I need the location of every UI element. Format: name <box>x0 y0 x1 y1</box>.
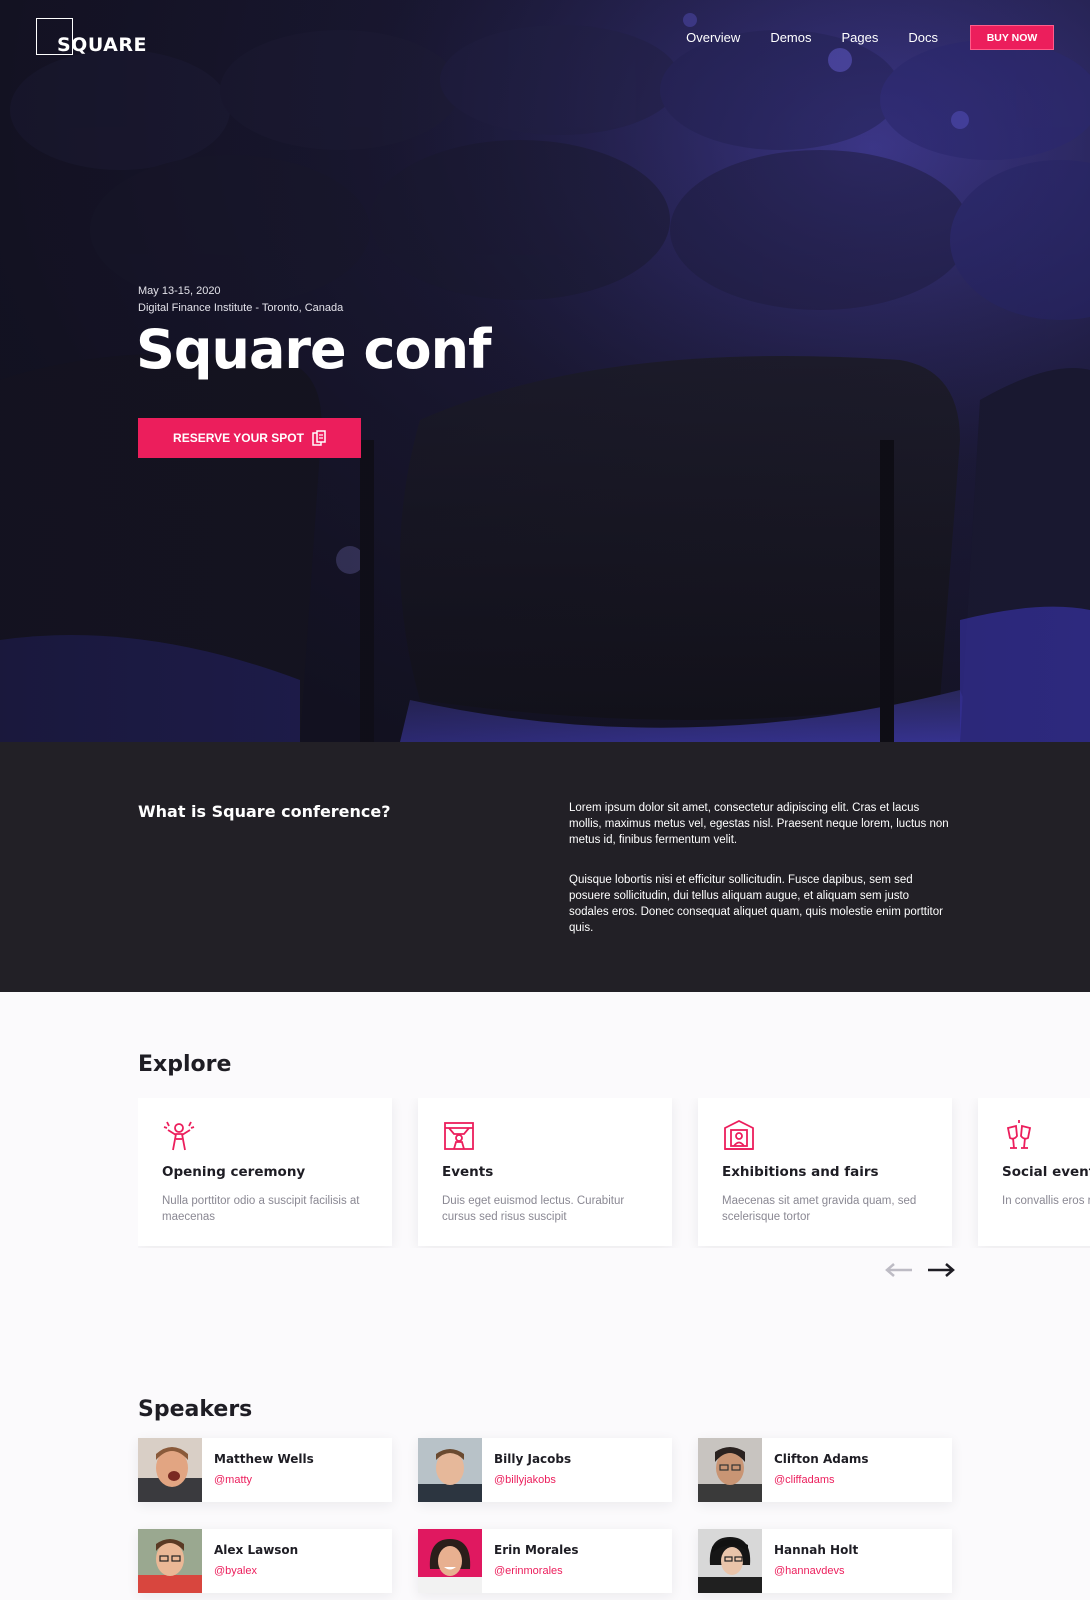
explore-card-opening-ceremony[interactable]: Opening ceremony Nulla porttitor odio a … <box>138 1098 392 1246</box>
card-title: Events <box>442 1164 494 1180</box>
speakers-heading: Speakers <box>138 1397 253 1422</box>
speaker-name: Alex Lawson <box>214 1543 299 1557</box>
speaker-card[interactable]: Matthew Wells @matty <box>138 1438 392 1502</box>
explore-card-exhibitions[interactable]: Exhibitions and fairs Maecenas sit amet … <box>698 1098 952 1246</box>
nav-link-demos[interactable]: Demos <box>770 30 811 45</box>
avatar <box>418 1529 482 1593</box>
card-text: Duis eget euismod lectus. Curabitur curs… <box>442 1195 625 1223</box>
exhibition-icon <box>724 1119 754 1150</box>
card-text: In convallis eros rhoncus. Donec p <box>1002 1195 1090 1207</box>
reserve-spot-button[interactable]: RESERVE YOUR SPOT <box>138 418 361 458</box>
speaker-handle[interactable]: @cliffadams <box>774 1474 834 1486</box>
avatar <box>138 1529 202 1593</box>
event-venue: Digital Finance Institute - Toronto, Can… <box>138 302 344 314</box>
speaker-name: Erin Morales <box>494 1543 579 1557</box>
explore-heading: Explore <box>138 1052 232 1077</box>
arrow-left-icon[interactable] <box>884 1262 914 1278</box>
speaker-card[interactable]: Hannah Holt @hannavdevs <box>698 1529 952 1593</box>
avatar <box>698 1529 762 1593</box>
nav-link-overview[interactable]: Overview <box>686 30 740 45</box>
reserve-spot-label: RESERVE YOUR SPOT <box>173 431 304 445</box>
speaker-card[interactable]: Clifton Adams @cliffadams <box>698 1438 952 1502</box>
speaker-name: Hannah Holt <box>774 1543 859 1557</box>
speaker-card[interactable]: Billy Jacobs @billyjakobs <box>418 1438 672 1502</box>
about-paragraph-2: Quisque lobortis nisi et efficitur solli… <box>569 874 943 934</box>
card-text: Maecenas sit amet gravida quam, sed scel… <box>722 1195 917 1223</box>
ticket-icon <box>312 430 326 446</box>
speaker-name: Clifton Adams <box>774 1452 869 1466</box>
top-navigation: SQUARE Overview Demos Pages Docs BUY NOW <box>0 0 1090 80</box>
explore-carousel: Opening ceremony Nulla porttitor odio a … <box>138 1098 1090 1248</box>
carousel-controls <box>884 1262 956 1278</box>
about-paragraph-1: Lorem ipsum dolor sit amet, consectetur … <box>569 802 949 846</box>
about-section: What is Square conference? Lorem ipsum d… <box>0 742 1090 992</box>
nav-link-pages[interactable]: Pages <box>842 30 879 45</box>
avatar <box>698 1438 762 1502</box>
events-icon <box>444 1122 474 1150</box>
hero-section: SQUARE Overview Demos Pages Docs BUY NOW… <box>0 0 1090 742</box>
explore-card-events[interactable]: Events Duis eget euismod lectus. Curabit… <box>418 1098 672 1246</box>
about-heading: What is Square conference? <box>138 802 391 821</box>
speaker-handle[interactable]: @erinmorales <box>494 1565 563 1577</box>
speaker-name: Billy Jacobs <box>494 1452 572 1466</box>
logo-text: SQUARE <box>57 34 147 56</box>
speaker-handle[interactable]: @matty <box>214 1474 252 1486</box>
ceremony-icon <box>163 1121 195 1151</box>
avatar <box>418 1438 482 1502</box>
explore-card-social-events[interactable]: Social events In convallis eros rhoncus.… <box>978 1098 1090 1246</box>
card-text: Nulla porttitor odio a suscipit facilisi… <box>162 1195 360 1223</box>
logo[interactable]: SQUARE <box>36 18 166 58</box>
speaker-handle[interactable]: @byalex <box>214 1565 257 1577</box>
buy-now-button[interactable]: BUY NOW <box>970 25 1054 50</box>
social-icon <box>1006 1120 1032 1149</box>
avatar <box>138 1438 202 1502</box>
speaker-handle[interactable]: @billyjakobs <box>494 1474 556 1486</box>
card-title: Opening ceremony <box>162 1164 306 1180</box>
card-title: Social events <box>1002 1164 1090 1180</box>
speaker-card[interactable]: Alex Lawson @byalex <box>138 1529 392 1593</box>
speaker-card[interactable]: Erin Morales @erinmorales <box>418 1529 672 1593</box>
nav-links: Overview Demos Pages Docs <box>686 30 938 45</box>
hero-title: Square conf <box>136 318 492 381</box>
speaker-name: Matthew Wells <box>214 1452 314 1466</box>
speaker-handle[interactable]: @hannavdevs <box>774 1565 845 1577</box>
nav-link-docs[interactable]: Docs <box>908 30 938 45</box>
arrow-right-icon[interactable] <box>926 1262 956 1278</box>
event-date: May 13-15, 2020 <box>138 285 221 297</box>
card-title: Exhibitions and fairs <box>722 1164 879 1180</box>
